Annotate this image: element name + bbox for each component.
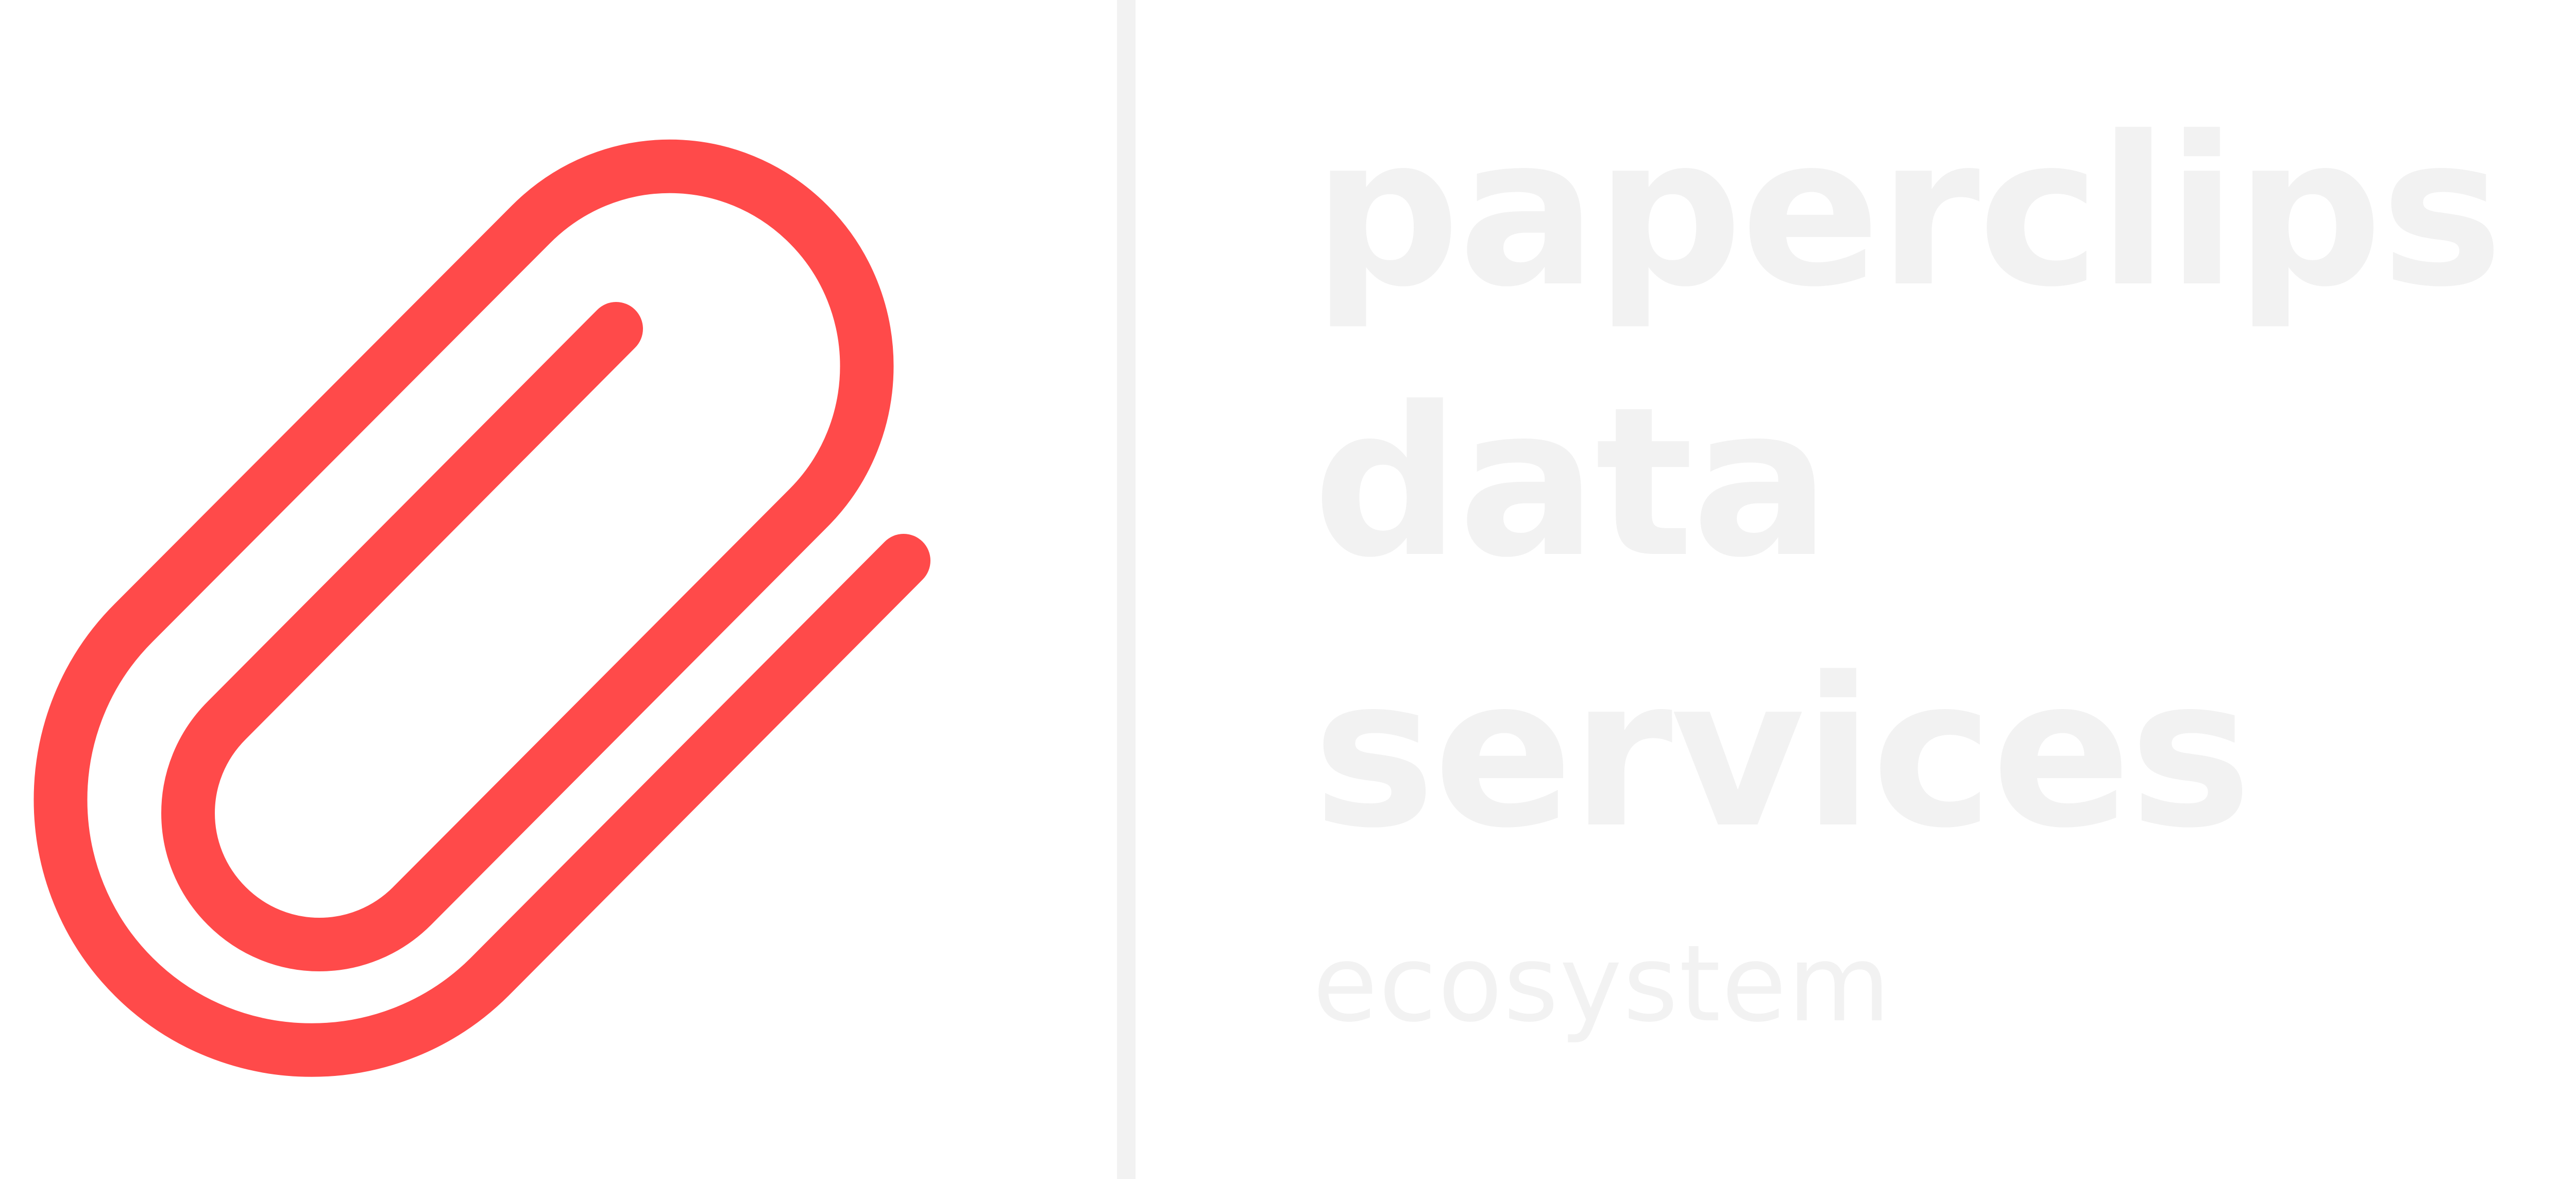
vertical-divider [1117, 0, 1136, 1179]
wordmark-line-paperclips: paperclips [1313, 93, 2503, 332]
paperclip-icon [33, 139, 930, 1077]
wordmark-line-data: data [1313, 363, 1831, 603]
wordmark-line-services: services [1313, 634, 2252, 873]
logo-lockup: paperclips data services ecosystem [0, 0, 2576, 1179]
wordmark: paperclips data services ecosystem [1313, 77, 2503, 1046]
tagline: ecosystem [1313, 923, 1892, 1046]
